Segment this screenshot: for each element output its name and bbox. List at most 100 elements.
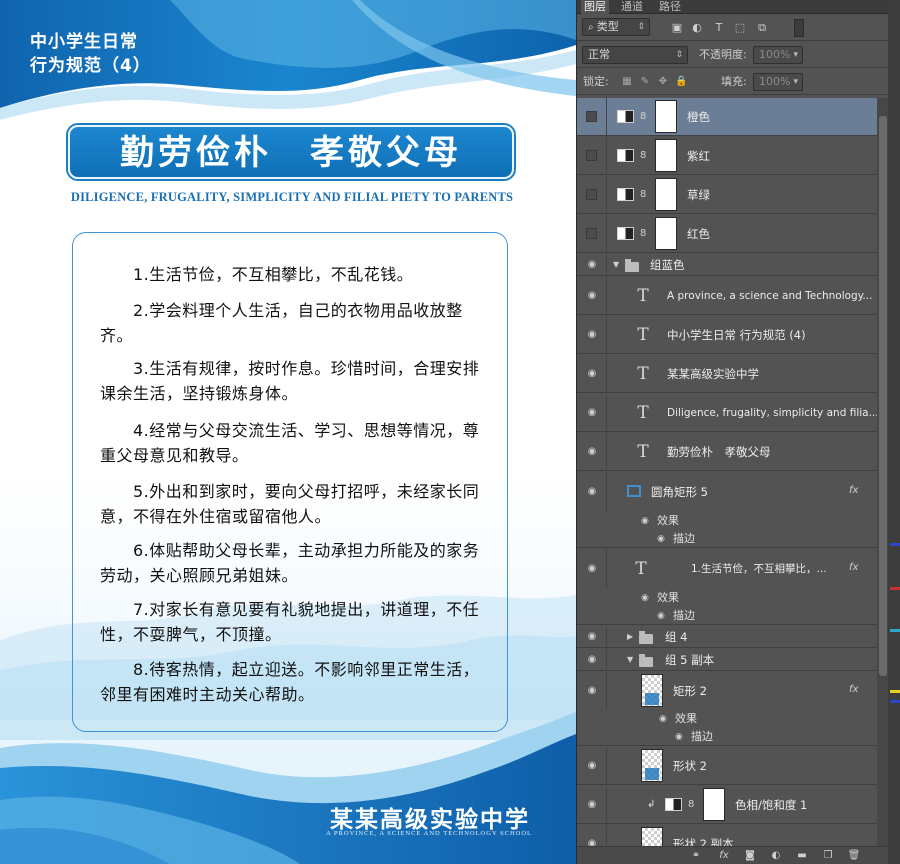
layer-row[interactable]: ◉ 形状 2 [577, 747, 877, 785]
eye-icon[interactable]: ◉ [657, 532, 665, 546]
smart-object-filter-icon[interactable]: ⧉ [755, 21, 769, 35]
layer-effects-badge[interactable]: fx [849, 562, 858, 573]
layer-row[interactable]: ◉ 矩形 2 fx [577, 672, 877, 710]
layer-thumbnail [641, 827, 663, 846]
visibility-toggle[interactable] [586, 228, 597, 239]
chevron-down-icon[interactable]: ▼ [627, 655, 633, 665]
group-icon[interactable]: ▬ [795, 849, 809, 863]
visibility-toggle[interactable] [586, 189, 597, 200]
chevron-right-icon[interactable]: ▶ [627, 632, 633, 642]
text-layer-icon: T [637, 403, 649, 423]
lock-transparent-icon[interactable]: ▦ [621, 76, 633, 88]
rule-1: 1.生活节俭，不互相攀比，不乱花钱。 [100, 265, 414, 284]
effect-row[interactable]: ◉ 描边 [577, 607, 877, 625]
chevron-down-icon: ⇕ [637, 22, 645, 32]
opacity-value: 100% [759, 48, 791, 61]
effect-row[interactable]: ◉ 描边 [577, 530, 877, 548]
filter-row: ⌕ 类型 ⇕ ▣ ◐ T ⬚ ⧉ [577, 15, 889, 41]
fill-input[interactable]: 100% ▾ [753, 73, 803, 91]
tab-paths[interactable]: 路径 [659, 0, 681, 14]
shape-filter-icon[interactable]: ⬚ [733, 21, 747, 35]
layer-row[interactable]: 8 橙色 [577, 98, 877, 136]
rule-8: 8.待客热情，起立迎送。不影响邻里正常生活，邻里有困难时主动关心帮助。 [100, 660, 480, 704]
eye-icon[interactable]: ◉ [585, 655, 599, 665]
chevron-down-icon[interactable]: ▼ [613, 260, 619, 270]
layer-row[interactable]: ◉ T 1.生活节俭，不互相攀比，... fx [577, 549, 877, 589]
adjustment-icon[interactable]: ◐ [769, 849, 783, 863]
eye-icon[interactable]: ◉ [585, 800, 599, 810]
eye-icon[interactable]: ◉ [585, 408, 599, 418]
visibility-toggle[interactable] [586, 150, 597, 161]
pixel-filter-icon[interactable]: ▣ [670, 21, 684, 35]
link-icon[interactable]: 8 [640, 228, 648, 240]
visibility-toggle[interactable] [586, 111, 597, 122]
text-layer-icon: T [637, 442, 649, 462]
adjustment-layer-icon [617, 188, 634, 201]
link-icon[interactable]: ⚭ [689, 849, 703, 863]
eye-icon[interactable]: ◉ [585, 447, 599, 457]
type-filter-icon[interactable]: T [712, 21, 726, 35]
blend-mode-select[interactable]: 正常 ⇕ [582, 46, 688, 64]
eye-icon[interactable]: ◉ [585, 291, 599, 301]
link-icon[interactable]: 8 [640, 189, 648, 201]
layer-row[interactable]: ◉ T 某某高级实验中学 [577, 355, 877, 393]
layer-row[interactable]: ◉ 形状 2 副本 [577, 825, 877, 846]
color-mark [890, 543, 900, 546]
eye-icon[interactable]: ◉ [585, 564, 599, 574]
eye-icon[interactable]: ◉ [585, 487, 599, 497]
effect-row[interactable]: ◉ 描边 [577, 728, 877, 746]
eye-icon[interactable]: ◉ [641, 591, 649, 605]
lock-paint-icon[interactable]: ✎ [639, 76, 651, 88]
layer-row[interactable]: 8 紫红 [577, 137, 877, 175]
eye-icon[interactable]: ◉ [659, 712, 667, 726]
layer-row[interactable]: ◉ T A province, a science and Technology… [577, 277, 877, 315]
effects-row[interactable]: ◉ 效果 [577, 589, 877, 607]
scrollbar-thumb[interactable] [879, 116, 887, 676]
eye-icon[interactable]: ◉ [585, 369, 599, 379]
layer-name: 勤劳俭朴 孝敬父母 [667, 445, 771, 459]
layer-row[interactable]: 8 红色 [577, 215, 877, 253]
eye-icon[interactable]: ◉ [675, 730, 683, 744]
effects-row[interactable]: ◉ 效果 [577, 710, 877, 728]
layer-row[interactable]: ◉ T Diligence, frugality, simplicity and… [577, 394, 877, 432]
layer-row[interactable]: ◉ ↲ 8 色相/饱和度 1 [577, 786, 877, 824]
eye-icon[interactable]: ◉ [585, 330, 599, 340]
eye-icon[interactable]: ◉ [585, 686, 599, 696]
opacity-input[interactable]: 100% ▾ [753, 46, 803, 64]
link-icon[interactable]: 8 [688, 799, 696, 811]
layer-thumbnail [641, 749, 663, 782]
layer-row[interactable]: 8 草绿 [577, 176, 877, 214]
headline-banner: 勤劳俭朴 孝敬父母 [68, 125, 514, 179]
group-row[interactable]: ◉ ▶ 组 4 [577, 626, 877, 648]
effect-name: 描边 [673, 532, 695, 545]
mask-icon[interactable]: ◙ [743, 849, 757, 863]
trash-icon[interactable]: 🗑 [847, 849, 861, 863]
layer-row[interactable]: ◉ 圆角矩形 5 fx [577, 472, 877, 512]
group-row[interactable]: ◉ ▼ 组 5 副本 [577, 649, 877, 671]
link-icon[interactable]: 8 [640, 111, 648, 123]
rule-4: 4.经常与父母交流生活、学习、思想等情况，尊重父母意见和教导。 [100, 421, 480, 465]
tab-layers[interactable]: 图层 [581, 0, 609, 14]
tab-channels[interactable]: 通道 [621, 0, 643, 14]
layer-effects-badge[interactable]: fx [849, 485, 858, 496]
layer-row[interactable]: ◉ T 勤劳俭朴 孝敬父母 [577, 433, 877, 471]
filter-toggle-icon[interactable] [794, 19, 804, 37]
group-row[interactable]: ◉ ▼ 组蓝色 [577, 254, 877, 276]
layer-row[interactable]: ◉ T 中小学生日常 行为规范 (4) [577, 316, 877, 354]
fx-icon[interactable]: fx [717, 849, 731, 863]
adjustment-filter-icon[interactable]: ◐ [690, 21, 704, 35]
new-layer-icon[interactable]: ❐ [821, 849, 835, 863]
lock-all-icon[interactable]: 🔒 [675, 76, 687, 88]
layer-effects-badge[interactable]: fx [849, 684, 858, 695]
effects-row[interactable]: ◉ 效果 [577, 512, 877, 530]
eye-icon[interactable]: ◉ [585, 632, 599, 642]
filter-kind-select[interactable]: ⌕ 类型 ⇕ [582, 18, 650, 36]
eye-icon[interactable]: ◉ [585, 761, 599, 771]
link-icon[interactable]: 8 [640, 150, 648, 162]
eye-icon[interactable]: ◉ [585, 839, 599, 847]
lock-position-icon[interactable]: ✥ [657, 76, 669, 88]
eye-icon[interactable]: ◉ [657, 609, 665, 623]
eye-icon[interactable]: ◉ [641, 514, 649, 528]
eye-icon[interactable]: ◉ [585, 260, 599, 270]
rule-6: 6.体贴帮助父母长辈，主动承担力所能及的家务劳动，关心照顾兄弟姐妹。 [100, 541, 480, 585]
